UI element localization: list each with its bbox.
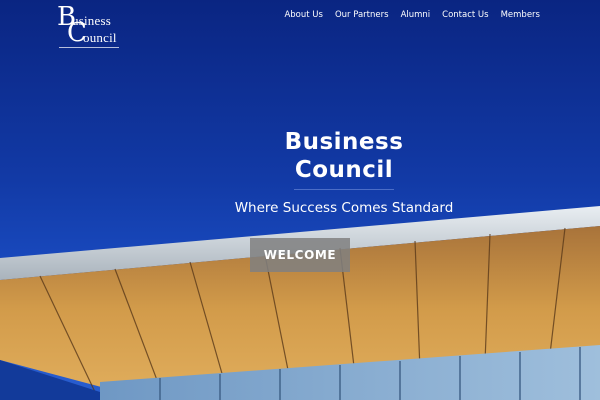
hero-title: Business Council xyxy=(244,128,444,184)
nav-alumni[interactable]: Alumni xyxy=(401,9,431,21)
site-logo[interactable]: B usiness C ouncil xyxy=(57,4,121,52)
main-nav: About Us Our Partners Alumni Contact Us … xyxy=(284,9,540,21)
welcome-button[interactable]: WELCOME xyxy=(250,238,350,272)
nav-our-partners[interactable]: Our Partners xyxy=(335,9,389,21)
hero-tagline: Where Success Comes Standard xyxy=(234,200,454,216)
hero-title-line2: Council xyxy=(294,157,394,183)
title-divider xyxy=(294,189,394,190)
nav-contact-us[interactable]: Contact Us xyxy=(442,9,488,21)
logo-underline xyxy=(59,47,119,48)
nav-members[interactable]: Members xyxy=(501,9,540,21)
hero-title-line1: Business xyxy=(284,129,404,155)
logo-word-council: ouncil xyxy=(83,30,117,45)
nav-about-us[interactable]: About Us xyxy=(284,9,322,21)
